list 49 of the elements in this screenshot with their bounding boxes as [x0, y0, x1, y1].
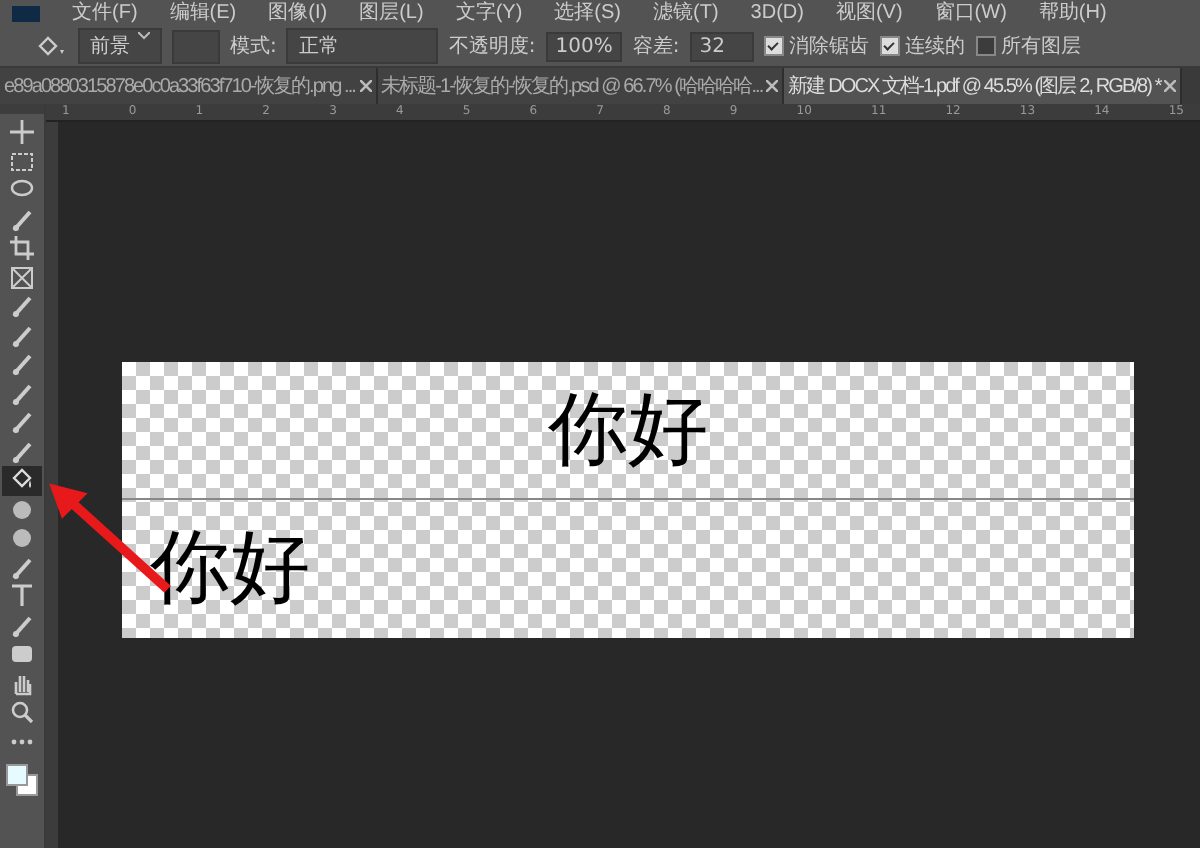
frame-icon [10, 265, 34, 290]
menu-item[interactable]: 3D(D) [750, 1, 804, 25]
document-text: 你好 [548, 389, 708, 470]
menu-item[interactable]: 文件(F) [72, 1, 138, 25]
checkbox-option[interactable]: 所有图层 [975, 32, 1082, 60]
zoom-icon [10, 700, 34, 725]
document-tab[interactable]: e89a0880315878e0c0a33f63f710-恢复的.png ... [0, 68, 378, 104]
menu-item[interactable]: 编辑(E) [169, 1, 237, 25]
hand-icon [10, 671, 34, 696]
tool-button[interactable] [2, 466, 42, 495]
document-tab[interactable]: 未标题-1-恢复的-恢复的.psd @ 66.7% (哈哈哈哈... [377, 68, 785, 104]
menu-item[interactable]: 图像(I) [268, 1, 328, 25]
close-icon[interactable] [766, 80, 779, 92]
paint-bucket-icon [10, 468, 34, 493]
checkbox-option[interactable]: 消除锯齿 [763, 32, 870, 60]
menu-item[interactable]: 帮助(H) [1038, 1, 1107, 25]
menu-item[interactable]: 选择(S) [554, 1, 621, 25]
checkbox-label: 所有图层 [1001, 33, 1082, 60]
opacity-field[interactable]: 100% [545, 31, 623, 61]
color-swatches-icon[interactable] [4, 762, 40, 798]
mode-label: 模式: [230, 33, 277, 60]
crop-icon [10, 236, 34, 261]
tolerance-label: 容差: [632, 33, 680, 60]
move-icon [10, 120, 34, 145]
marquee-icon [10, 149, 34, 174]
checkbox[interactable] [975, 36, 996, 56]
app-logo-icon [12, 5, 40, 21]
document-tab[interactable]: 新建 DOCX 文档-1.pdf @ 45.5% (图层 2, RGB/8) * [784, 68, 1183, 104]
paint-bucket-icon[interactable] [36, 34, 68, 58]
opacity-label: 不透明度: [448, 33, 536, 60]
caret-icon [138, 32, 150, 40]
menu-item[interactable]: 窗口(W) [934, 1, 1007, 25]
source-dropdown[interactable]: 前景 [78, 28, 162, 64]
close-icon[interactable] [359, 80, 372, 92]
checkbox-option[interactable]: 连续的 [879, 32, 966, 60]
checkbox-label: 连续的 [905, 33, 966, 60]
checkbox[interactable] [879, 36, 900, 56]
menu-item[interactable]: 视图(V) [835, 1, 903, 25]
menu-item[interactable]: 滤镜(T) [653, 1, 719, 25]
mode-dropdown[interactable]: 正常 [286, 28, 439, 64]
close-icon[interactable] [1164, 80, 1177, 92]
document-text: 你好 [150, 528, 310, 609]
rectangle-icon [10, 642, 34, 667]
type-icon [10, 584, 34, 609]
tolerance-field[interactable]: 32 [689, 31, 754, 61]
menu-item[interactable]: 文字(Y) [455, 1, 523, 25]
menu-item[interactable]: 图层(L) [359, 1, 424, 25]
checkbox[interactable] [763, 36, 784, 56]
checkbox-label: 消除锯齿 [789, 33, 870, 60]
